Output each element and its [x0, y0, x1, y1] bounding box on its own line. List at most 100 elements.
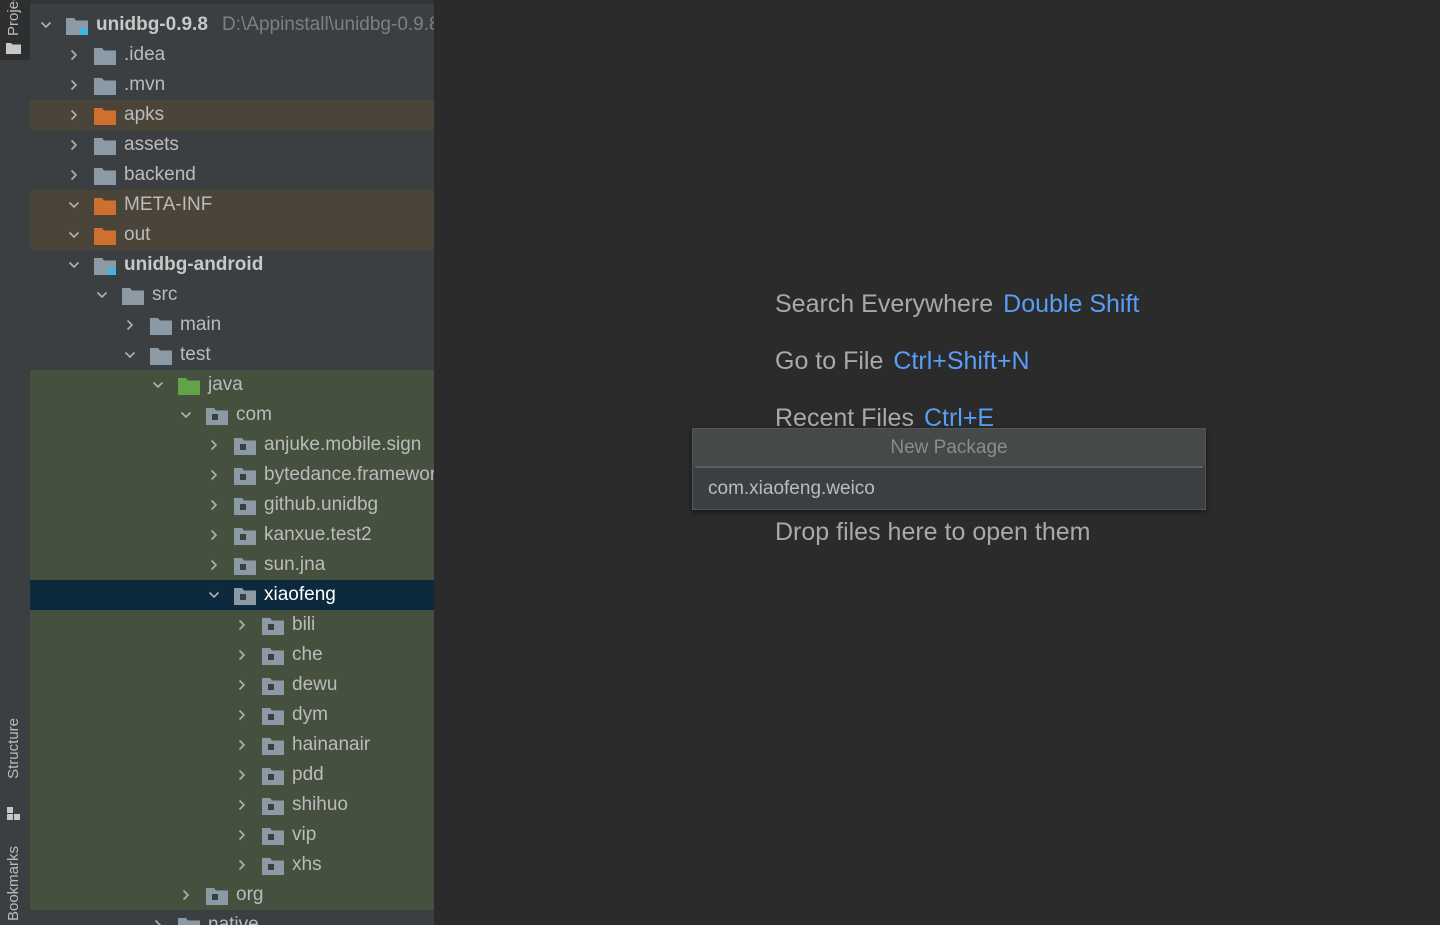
tree-row-selected[interactable]: xiaofeng	[30, 580, 434, 610]
folder-icon	[94, 108, 116, 125]
tree-row[interactable]: apks	[30, 100, 434, 130]
new-package-title: New Package	[693, 429, 1205, 466]
chevron-right-icon[interactable]	[236, 709, 248, 721]
chevron-right-icon[interactable]	[208, 529, 220, 541]
chevron-down-icon[interactable]	[96, 289, 108, 301]
tree-item-label: xhs	[292, 854, 322, 875]
tree-row[interactable]: dym	[30, 700, 434, 730]
tree-row[interactable]: main	[30, 310, 434, 340]
chevron-down-icon[interactable]	[68, 259, 80, 271]
tree-item-label: github.unidbg	[264, 494, 379, 515]
folder-icon	[122, 288, 144, 305]
structure-tool-tab[interactable]: Structure	[0, 710, 30, 820]
chevron-down-icon[interactable]	[152, 379, 164, 391]
tree-item-label: anjuke.mobile.sign	[264, 434, 422, 455]
search-everywhere-shortcut: Double Shift	[1003, 290, 1140, 318]
chevron-down-icon[interactable]	[180, 409, 192, 421]
chevron-right-icon[interactable]	[236, 619, 248, 631]
folder-icon	[6, 43, 21, 54]
chevron-right-icon[interactable]	[208, 499, 220, 511]
tree-row[interactable]: kanxue.test2	[30, 520, 434, 550]
tree-item-label: assets	[124, 134, 179, 155]
folder-icon	[94, 228, 116, 245]
package-icon	[262, 768, 284, 785]
tree-row[interactable]: src	[30, 280, 434, 310]
chevron-right-icon[interactable]	[236, 769, 248, 781]
tree-row[interactable]: META-INF	[30, 190, 434, 220]
module-icon	[94, 258, 116, 275]
chevron-right-icon[interactable]	[180, 889, 192, 901]
chevron-right-icon[interactable]	[68, 79, 80, 91]
folder-icon	[94, 78, 116, 95]
project-tool-label: Project	[5, 0, 22, 36]
chevron-right-icon[interactable]	[68, 139, 80, 151]
left-tool-strip: Project Structure Bookmarks	[0, 0, 31, 925]
tree-row[interactable]: shihuo	[30, 790, 434, 820]
bookmarks-tool-tab[interactable]: Bookmarks	[0, 840, 30, 925]
tree-row[interactable]: java	[30, 370, 434, 400]
tree-row[interactable]: unidbg-android	[30, 250, 434, 280]
tree-item-label: apks	[124, 104, 165, 125]
project-tree-panel: unidbg-0.9.8 D:\Appinstall\unidbg-0.9.8 .i…	[30, 0, 434, 925]
tree-item-label: .mvn	[124, 74, 166, 95]
chevron-right-icon[interactable]	[236, 649, 248, 661]
package-icon	[262, 708, 284, 725]
tree-row[interactable]: com	[30, 400, 434, 430]
chevron-right-icon[interactable]	[236, 799, 248, 811]
folder-icon	[94, 168, 116, 185]
tree-root-label: unidbg-0.9.8	[96, 14, 208, 35]
drop-files-hint: Drop files here to open them	[775, 518, 1090, 547]
chevron-right-icon[interactable]	[152, 919, 164, 925]
tree-row[interactable]: test	[30, 340, 434, 370]
tree-item-label: out	[124, 224, 151, 245]
project-tool-tab[interactable]: Project	[0, 0, 30, 60]
tree-row[interactable]: .idea	[30, 40, 434, 70]
tree-row[interactable]: dewu	[30, 670, 434, 700]
tree-item-label: dym	[292, 704, 328, 725]
chevron-right-icon[interactable]	[68, 109, 80, 121]
tree-row[interactable]: github.unidbg	[30, 490, 434, 520]
tree-item-label: pdd	[292, 764, 324, 785]
chevron-down-icon[interactable]	[68, 229, 80, 241]
chevron-down-icon[interactable]	[68, 199, 80, 211]
tree-row[interactable]: org	[30, 880, 434, 910]
chevron-right-icon[interactable]	[236, 859, 248, 871]
tree-row[interactable]: che	[30, 640, 434, 670]
tree-row[interactable]: hainanair	[30, 730, 434, 760]
chevron-right-icon[interactable]	[236, 739, 248, 751]
chevron-right-icon[interactable]	[124, 319, 136, 331]
tree-row[interactable]: native	[30, 910, 434, 925]
package-icon	[262, 828, 284, 845]
chevron-right-icon[interactable]	[236, 829, 248, 841]
chevron-right-icon[interactable]	[68, 169, 80, 181]
tree-row[interactable]: anjuke.mobile.sign	[30, 430, 434, 460]
tree-row[interactable]: pdd	[30, 760, 434, 790]
chevron-down-icon[interactable]	[208, 589, 220, 601]
chevron-right-icon[interactable]	[236, 679, 248, 691]
tree-item-label: vip	[292, 824, 317, 845]
tree-root-row[interactable]: unidbg-0.9.8 D:\Appinstall\unidbg-0.9.8	[30, 10, 434, 40]
tree-row[interactable]: bili	[30, 610, 434, 640]
drop-files-label: Drop files here to open them	[775, 518, 1091, 546]
structure-icon	[7, 807, 20, 820]
chevron-right-icon[interactable]	[208, 439, 220, 451]
tree-row[interactable]: .mvn	[30, 70, 434, 100]
package-name-input[interactable]	[693, 468, 1205, 509]
chevron-right-icon[interactable]	[68, 49, 80, 61]
chevron-down-icon[interactable]	[40, 19, 52, 31]
search-everywhere-label: Search Everywhere	[775, 290, 994, 318]
tree-row[interactable]: assets	[30, 130, 434, 160]
tree-row[interactable]: backend	[30, 160, 434, 190]
tree-root-path: D:\Appinstall\unidbg-0.9.8	[222, 14, 434, 35]
tree-row[interactable]: bytedance.framework	[30, 460, 434, 490]
chevron-down-icon[interactable]	[124, 349, 136, 361]
tree-row[interactable]: vip	[30, 820, 434, 850]
folder-icon	[94, 48, 116, 65]
tree-row[interactable]: sun.jna	[30, 550, 434, 580]
bookmarks-tool-label: Bookmarks	[5, 846, 22, 922]
chevron-right-icon[interactable]	[208, 559, 220, 571]
chevron-right-icon[interactable]	[208, 469, 220, 481]
tree-row[interactable]: out	[30, 220, 434, 250]
tree-row[interactable]: xhs	[30, 850, 434, 880]
tree-item-label: org	[236, 884, 264, 905]
